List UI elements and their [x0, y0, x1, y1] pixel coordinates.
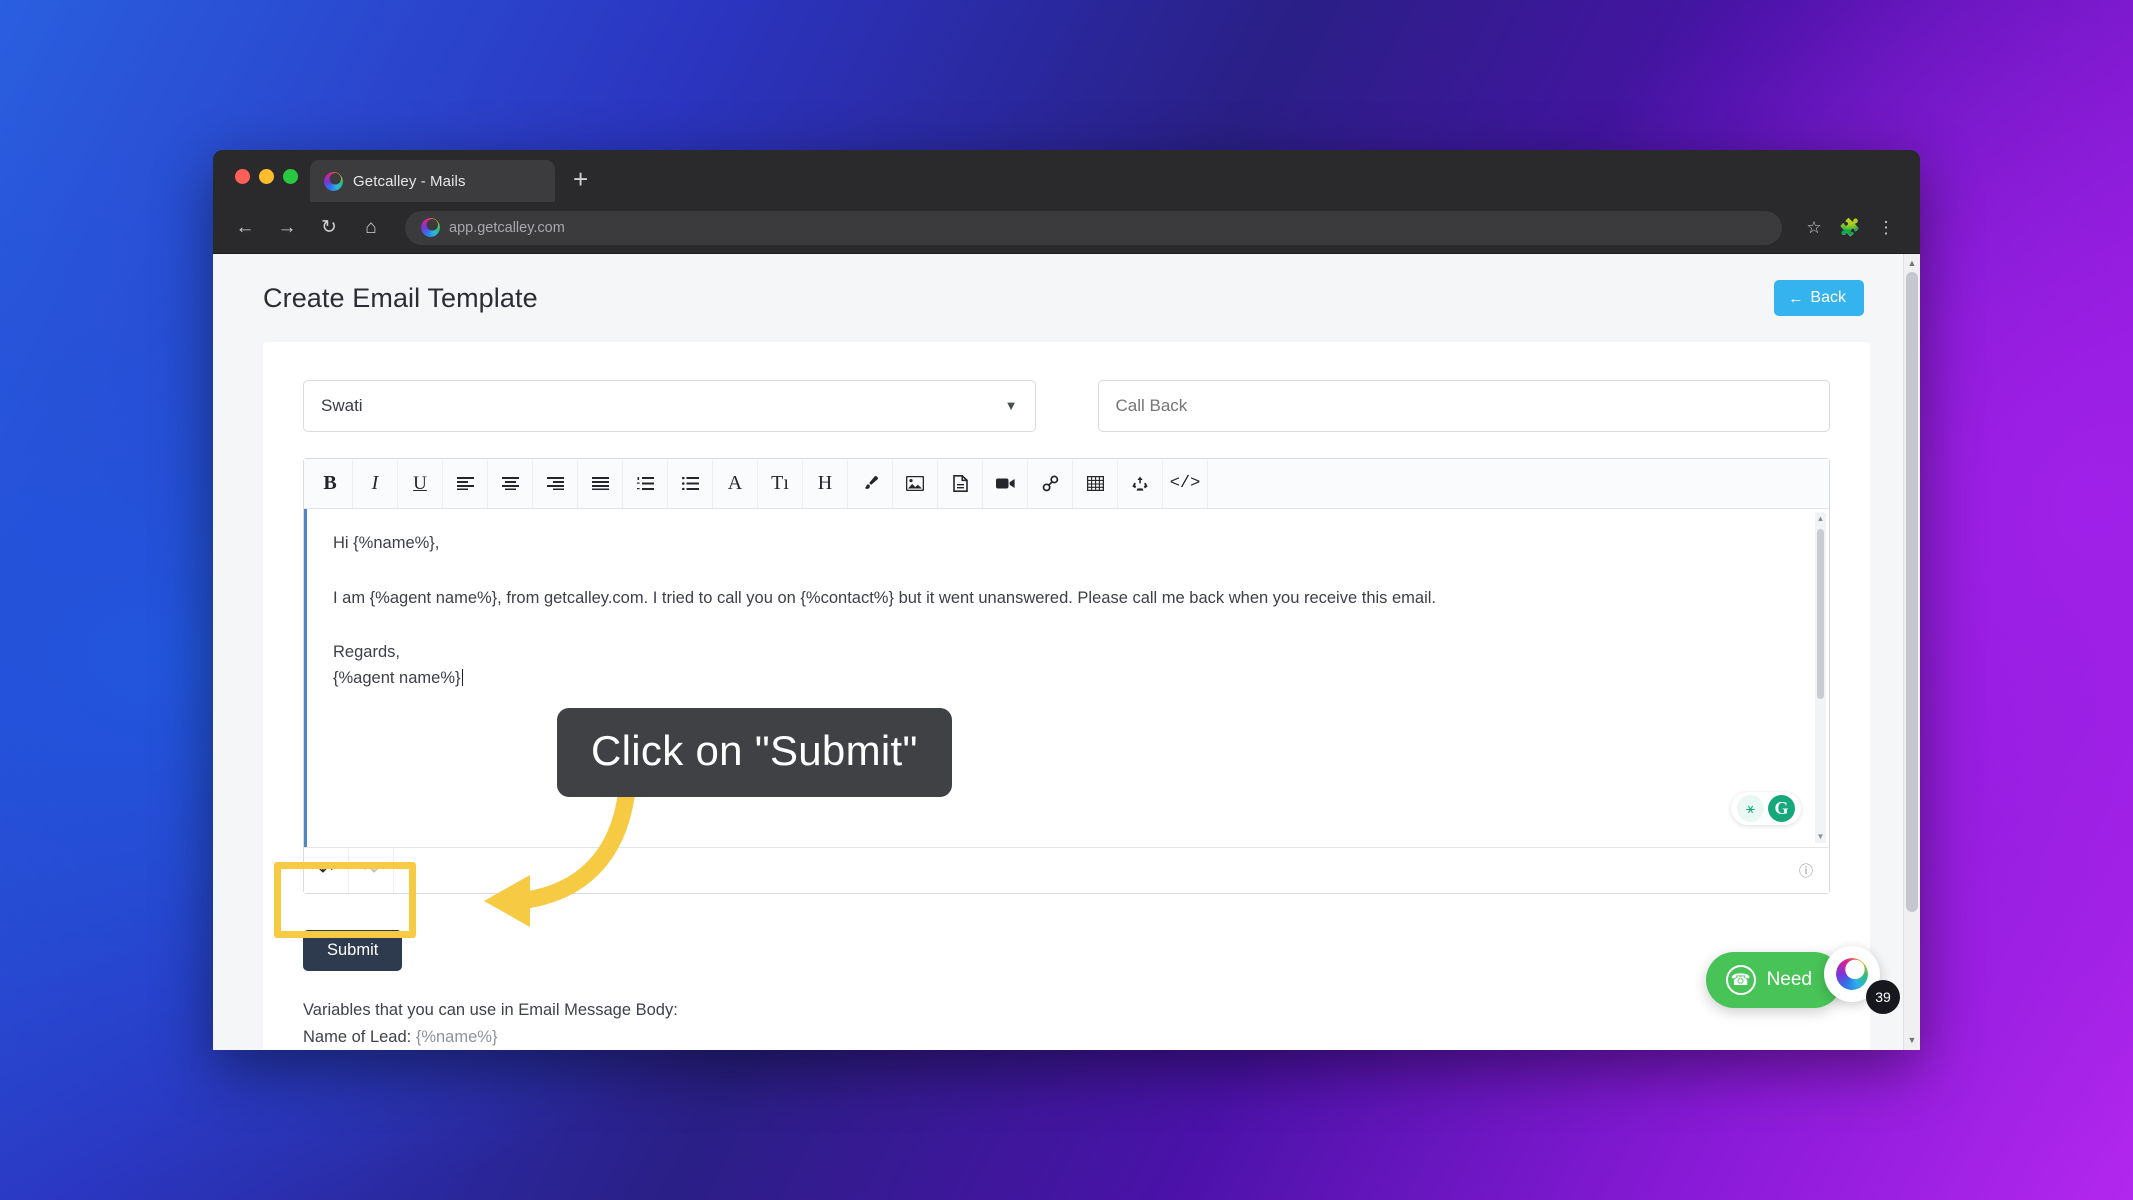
- font-color-icon[interactable]: A: [713, 459, 758, 508]
- page-scroll-up-icon[interactable]: ▲: [1904, 259, 1920, 268]
- align-right-icon[interactable]: [533, 459, 578, 508]
- editor-scroll-up-icon[interactable]: ▲: [1815, 515, 1826, 523]
- submit-highlight-box: [274, 862, 416, 938]
- window-controls: [227, 150, 310, 202]
- instruction-callout: Click on "Submit": [557, 708, 952, 797]
- underline-icon[interactable]: U: [398, 459, 443, 508]
- insert-file-icon[interactable]: [938, 459, 983, 508]
- browser-menu-icon[interactable]: ⋮: [1870, 212, 1902, 244]
- close-window-button[interactable]: [235, 168, 250, 184]
- form-field-row: Swati ▼: [303, 380, 1830, 432]
- variable-token: {%name%}: [415, 1027, 498, 1046]
- browser-window: Getcalley - Mails + ← → ↻ ⌂ app.getcalle…: [213, 150, 1920, 1050]
- rich-text-editor: B I U A Tı H </> Hi {%name%}, I am {%age…: [303, 458, 1830, 894]
- calley-logo-icon: [1833, 955, 1871, 993]
- editor-body[interactable]: Hi {%name%}, I am {%agent name%}, from g…: [304, 509, 1829, 847]
- grammarly-logo-icon[interactable]: G: [1768, 795, 1795, 822]
- grammarly-widget[interactable]: ⚹ G: [1731, 792, 1801, 825]
- page-title: Create Email Template: [263, 282, 538, 313]
- brush-icon[interactable]: [848, 459, 893, 508]
- forward-nav-icon[interactable]: →: [269, 210, 305, 246]
- subject-field-wrap: [1097, 380, 1830, 432]
- browser-tab[interactable]: Getcalley - Mails: [310, 160, 555, 202]
- bookmark-star-icon[interactable]: ☆: [1798, 212, 1830, 244]
- email-signoff: Regards,: [333, 643, 400, 662]
- editor-toolbar: B I U A Tı H </>: [304, 459, 1829, 509]
- sender-select[interactable]: Swati: [303, 380, 1036, 432]
- editor-scroll-down-icon[interactable]: ▼: [1815, 833, 1826, 841]
- email-signature: {%agent name%}: [333, 668, 461, 687]
- variables-help: Variables that you can use in Email Mess…: [303, 997, 1830, 1050]
- font-size-icon[interactable]: Tı: [758, 459, 803, 508]
- italic-icon[interactable]: I: [353, 459, 398, 508]
- whatsapp-chat-button[interactable]: ☎ Need: [1705, 952, 1842, 1008]
- sender-select-wrap: Swati ▼: [303, 380, 1036, 432]
- arrow-left-icon: ←: [1788, 289, 1804, 307]
- new-tab-button[interactable]: +: [555, 166, 606, 202]
- insert-link-icon[interactable]: [1028, 459, 1073, 508]
- browser-address-bar: ← → ↻ ⌂ app.getcalley.com ☆ 🧩 ⋮: [213, 202, 1920, 254]
- text-caret: [461, 668, 464, 686]
- home-icon[interactable]: ⌂: [353, 210, 389, 246]
- reload-icon[interactable]: ↻: [311, 210, 347, 246]
- unordered-list-icon[interactable]: [668, 459, 713, 508]
- email-signature-line: {%agent name%}: [333, 666, 1803, 692]
- back-button-label: Back: [1810, 289, 1846, 306]
- url-input[interactable]: app.getcalley.com: [405, 210, 1782, 245]
- browser-tab-strip: Getcalley - Mails +: [213, 150, 1920, 202]
- editor-scroll-thumb[interactable]: [1817, 529, 1824, 699]
- back-nav-icon[interactable]: ←: [227, 210, 263, 246]
- heading-icon[interactable]: H: [803, 459, 848, 508]
- lightbulb-icon[interactable]: ⚹: [1737, 795, 1764, 822]
- page-scroll-down-icon[interactable]: ▼: [1904, 1036, 1920, 1045]
- minimize-window-button[interactable]: [259, 168, 274, 184]
- calley-logo-icon: [322, 169, 345, 193]
- editor-footer: ↶ ↷ ⓘ: [304, 847, 1829, 893]
- align-center-icon[interactable]: [488, 459, 533, 508]
- align-justify-icon[interactable]: [578, 459, 623, 508]
- variable-item-name: Name of Lead: {%name%}: [303, 1024, 1830, 1050]
- whatsapp-label: Need: [1766, 969, 1812, 990]
- email-template-card: Swati ▼ B I U: [263, 342, 1870, 1050]
- desktop-background: Getcalley - Mails + ← → ↻ ⌂ app.getcalle…: [0, 0, 2133, 1200]
- back-button[interactable]: ← Back: [1774, 280, 1864, 316]
- maximize-window-button[interactable]: [283, 168, 298, 184]
- help-icon[interactable]: ⓘ: [1799, 861, 1813, 881]
- site-favicon-icon: [419, 216, 442, 239]
- email-paragraph: I am {%agent name%}, from getcalley.com.…: [333, 588, 1437, 607]
- clear-format-icon[interactable]: [1118, 459, 1163, 508]
- browser-actions: ☆ 🧩 ⋮: [1798, 212, 1902, 244]
- editor-scrollbar[interactable]: ▲ ▼: [1815, 513, 1826, 843]
- source-code-icon[interactable]: </>: [1163, 459, 1208, 508]
- browser-tab-title: Getcalley - Mails: [353, 172, 466, 190]
- url-text: app.getcalley.com: [449, 219, 565, 236]
- page-header: Create Email Template ← Back: [213, 254, 1920, 342]
- variables-heading: Variables that you can use in Email Mess…: [303, 1001, 678, 1019]
- ordered-list-icon[interactable]: [623, 459, 668, 508]
- email-greeting: Hi {%name%},: [333, 534, 440, 552]
- page-scroll-thumb[interactable]: [1906, 272, 1918, 912]
- subject-input[interactable]: [1097, 380, 1830, 432]
- page-scrollbar[interactable]: ▲ ▼: [1903, 254, 1920, 1050]
- align-left-icon[interactable]: [443, 459, 488, 508]
- submit-row: Submit: [303, 930, 1830, 971]
- page-viewport: Create Email Template ← Back Swati ▼ Cal…: [213, 254, 1920, 1050]
- bold-icon[interactable]: B: [308, 459, 353, 508]
- extensions-icon[interactable]: 🧩: [1834, 212, 1866, 244]
- insert-video-icon[interactable]: [983, 459, 1028, 508]
- insert-table-icon[interactable]: [1073, 459, 1118, 508]
- chat-unread-badge: 39: [1866, 980, 1900, 1014]
- variable-label: Name of Lead:: [303, 1027, 412, 1046]
- insert-image-icon[interactable]: [893, 459, 938, 508]
- whatsapp-icon: ☎: [1725, 965, 1756, 995]
